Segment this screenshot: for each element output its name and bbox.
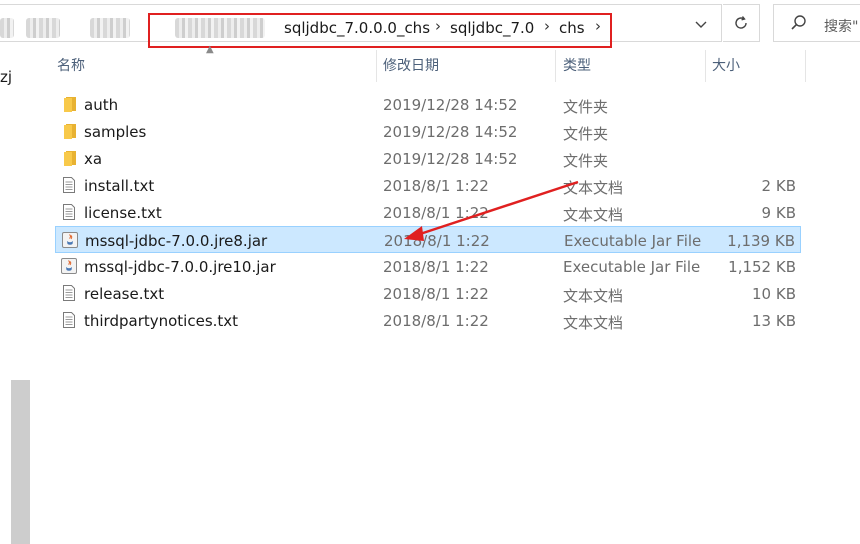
file-date: 2018/8/1 1:22 <box>383 177 489 195</box>
refresh-button[interactable] <box>723 4 760 42</box>
file-row[interactable]: license.txt 2018/8/1 1:22 文本文档 9 KB <box>55 199 801 226</box>
nav-scrollbar[interactable] <box>11 380 30 544</box>
address-bar-area: sqljdbc_7.0.0.0_chs › sqljdbc_7.0 › chs … <box>0 0 860 48</box>
blurred-path-segment <box>0 18 14 38</box>
column-divider[interactable] <box>376 50 377 82</box>
file-row[interactable]: release.txt 2018/8/1 1:22 文本文档 10 KB <box>55 280 801 307</box>
file-type: 文件夹 <box>563 152 609 170</box>
file-type: 文本文档 <box>563 287 624 305</box>
file-row[interactable]: thirdpartynotices.txt 2018/8/1 1:22 文本文档 13… <box>55 307 801 334</box>
jar-file-icon <box>60 257 78 275</box>
file-date: 2018/8/1 1:22 <box>383 258 489 276</box>
file-date: 2018/8/1 1:22 <box>383 285 489 303</box>
file-type: 文本文档 <box>563 179 624 197</box>
file-date: 2019/12/28 14:52 <box>383 150 518 168</box>
file-row[interactable]: auth 2019/12/28 14:52 文件夹 <box>55 91 801 118</box>
file-name: auth <box>84 96 119 114</box>
folder-icon <box>60 122 78 140</box>
file-size: 13 KB <box>752 312 796 330</box>
text-file-icon <box>60 176 78 194</box>
file-name: mssql-jdbc-7.0.0.jre10.jar <box>84 258 276 276</box>
column-divider[interactable] <box>805 50 806 82</box>
file-row[interactable]: xa 2019/12/28 14:52 文件夹 <box>55 145 801 172</box>
file-size: 9 KB <box>761 204 796 222</box>
file-name: license.txt <box>84 204 162 222</box>
file-size: 1,139 KB <box>727 232 795 250</box>
file-date: 2019/12/28 14:52 <box>383 123 518 141</box>
address-bar[interactable]: sqljdbc_7.0.0.0_chs › sqljdbc_7.0 › chs … <box>0 4 722 48</box>
text-file-icon <box>60 311 78 329</box>
file-name: samples <box>84 123 147 141</box>
file-row[interactable]: mssql-jdbc-7.0.0.jre10.jar 2018/8/1 1:22 E… <box>55 253 801 280</box>
file-row[interactable]: samples 2019/12/28 14:52 文件夹 <box>55 118 801 145</box>
file-name: thirdpartynotices.txt <box>84 312 239 330</box>
nav-item-label[interactable]: zj <box>0 68 12 86</box>
chevron-right-icon[interactable]: › <box>544 17 550 35</box>
text-file-icon <box>60 203 78 221</box>
file-name: mssql-jdbc-7.0.0.jre8.jar <box>85 232 268 250</box>
file-type: 文件夹 <box>563 125 609 143</box>
search-icon <box>790 14 808 36</box>
column-header-size[interactable]: 大小 <box>712 50 802 82</box>
file-row[interactable]: mssql-jdbc-7.0.0.jre8.jar 2018/8/1 1:22 Ex… <box>55 226 801 253</box>
file-type: Executable Jar File <box>564 232 702 250</box>
navigation-pane[interactable]: zj <box>0 46 32 544</box>
file-size: 2 KB <box>761 177 796 195</box>
chevron-right-icon[interactable]: › <box>435 17 441 35</box>
file-type: 文件夹 <box>563 98 609 116</box>
breadcrumb-item-sqljdbc-7[interactable]: sqljdbc_7.0 <box>450 19 534 37</box>
file-name: install.txt <box>84 177 155 195</box>
jar-file-icon <box>61 231 79 249</box>
file-type: Executable Jar File <box>563 258 701 276</box>
blurred-path-segment <box>26 18 60 38</box>
column-header-name[interactable]: 名称 <box>57 50 375 82</box>
file-name: xa <box>84 150 103 168</box>
folder-icon <box>60 95 78 113</box>
file-name: release.txt <box>84 285 165 303</box>
blurred-path-segment <box>90 18 130 38</box>
chevron-down-icon[interactable] <box>694 17 708 35</box>
chevron-right-icon[interactable]: › <box>595 17 601 35</box>
file-size: 10 KB <box>752 285 796 303</box>
column-header-date[interactable]: 修改日期 <box>383 50 553 82</box>
file-date: 2018/8/1 1:22 <box>383 204 489 222</box>
file-date: 2018/8/1 1:22 <box>383 312 489 330</box>
column-divider[interactable] <box>705 50 706 82</box>
file-type: 文本文档 <box>563 206 624 224</box>
search-input[interactable]: 搜索" <box>773 4 860 42</box>
file-size: 1,152 KB <box>728 258 796 276</box>
file-row[interactable]: install.txt 2018/8/1 1:22 文本文档 2 KB <box>55 172 801 199</box>
folder-icon <box>60 149 78 167</box>
search-placeholder: 搜索" <box>824 19 859 35</box>
breadcrumb-item-chs[interactable]: chs <box>559 19 585 37</box>
text-file-icon <box>60 284 78 302</box>
breadcrumb-item-sqljdbc-chs[interactable]: sqljdbc_7.0.0.0_chs <box>284 19 430 37</box>
file-date: 2018/8/1 1:22 <box>384 232 490 250</box>
column-header-type[interactable]: 类型 <box>563 50 703 82</box>
refresh-icon <box>735 16 747 29</box>
file-date: 2019/12/28 14:52 <box>383 96 518 114</box>
column-divider[interactable] <box>555 50 556 82</box>
file-type: 文本文档 <box>563 314 624 332</box>
